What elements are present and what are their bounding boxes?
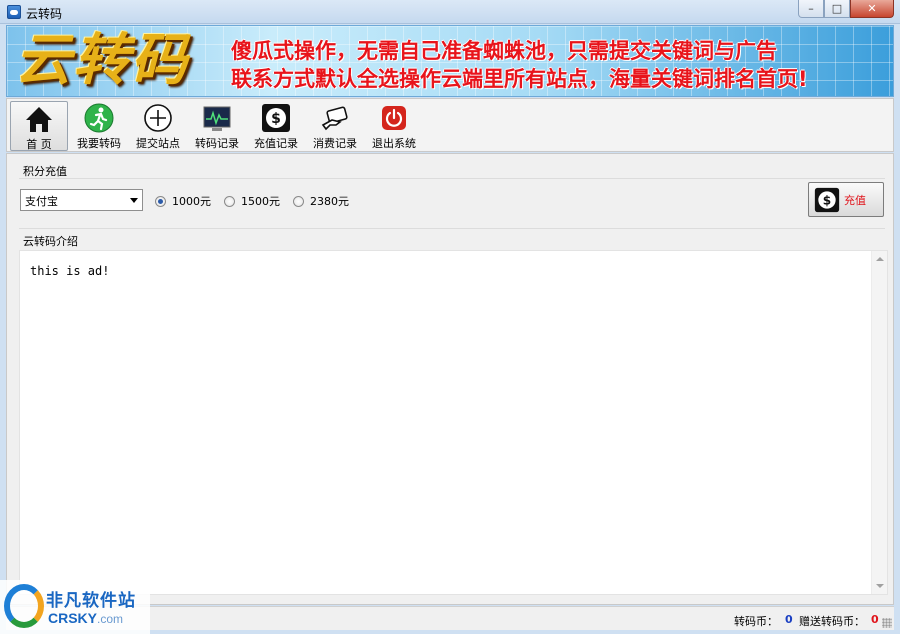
watermark-en-main: CRSKY <box>48 610 98 626</box>
radio-label: 1000元 <box>172 195 211 208</box>
resize-grip-icon[interactable] <box>882 618 892 628</box>
recharge-section-title: 积分充值 <box>23 165 67 178</box>
toolbar-consume-log[interactable]: 消费记录 <box>309 101 361 151</box>
coins-value: 0 <box>785 613 793 626</box>
toolbar-label: 消费记录 <box>313 137 357 150</box>
main-toolbar: 首 页 我要转码 提交站点 转码记录 $ 充值记录 消费记录 退出系统 <box>6 98 894 152</box>
recharge-button[interactable]: $ 充值 <box>808 182 884 217</box>
svg-text:$: $ <box>271 111 281 127</box>
site-watermark: 非凡软件站 CRSKY.com <box>0 580 150 634</box>
watermark-en-suffix: .com <box>97 612 124 626</box>
window-title: 云转码 <box>26 7 63 21</box>
banner-logo: 云转码 <box>15 27 189 93</box>
home-icon <box>24 104 54 134</box>
intro-section-title: 云转码介绍 <box>23 235 78 248</box>
gift-coins-value: 0 <box>871 613 879 626</box>
intro-content: this is ad! <box>30 264 110 278</box>
intro-textarea[interactable]: this is ad! <box>19 250 888 595</box>
watermark-en: CRSKY.com <box>48 610 123 626</box>
recharge-button-label: 充值 <box>844 193 866 207</box>
toolbar-label: 提交站点 <box>136 137 180 150</box>
toolbar-exit[interactable]: 退出系统 <box>368 101 420 151</box>
scroll-down-icon[interactable] <box>876 584 884 588</box>
amount-radio-2380[interactable]: 2380元 <box>293 193 349 209</box>
minimize-button[interactable]: – <box>798 0 824 18</box>
window-controls: – □ ✕ <box>798 0 894 18</box>
toolbar-label: 首 页 <box>26 138 52 151</box>
running-man-icon <box>84 103 114 133</box>
payment-method-select[interactable]: 支付宝 <box>20 189 143 211</box>
plus-circle-icon <box>143 103 173 133</box>
toolbar-label: 我要转码 <box>77 137 121 150</box>
close-button[interactable]: ✕ <box>850 0 894 18</box>
divider <box>19 178 885 179</box>
divider <box>19 228 885 229</box>
main-panel: 积分充值 支付宝 1000元 1500元 2380元 $ 充值 云转码介绍 th… <box>6 153 894 605</box>
gift-coins-label: 赠送转码币： <box>799 615 865 628</box>
hand-card-icon <box>320 103 350 133</box>
radio-label: 1500元 <box>241 195 280 208</box>
scroll-up-icon[interactable] <box>876 257 884 261</box>
toolbar-home[interactable]: 首 页 <box>10 101 68 151</box>
toolbar-label: 退出系统 <box>372 137 416 150</box>
toolbar-transcode-log[interactable]: 转码记录 <box>191 101 243 151</box>
radio-dot <box>293 195 304 207</box>
power-icon <box>379 103 409 133</box>
toolbar-submit-site[interactable]: 提交站点 <box>132 101 184 151</box>
radio-dot <box>155 195 166 207</box>
amount-radio-1500[interactable]: 1500元 <box>224 193 280 209</box>
coins-label: 转码币： <box>734 615 778 628</box>
watermark-cn: 非凡软件站 <box>46 591 136 611</box>
toolbar-label: 转码记录 <box>195 137 239 150</box>
monitor-chart-icon <box>202 103 232 133</box>
maximize-button[interactable]: □ <box>824 0 850 18</box>
title-bar: 云转码 – □ ✕ <box>0 0 900 24</box>
toolbar-recharge-log[interactable]: $ 充值记录 <box>250 101 302 151</box>
dollar-icon: $ <box>814 187 840 212</box>
radio-label: 2380元 <box>310 195 349 208</box>
vertical-scrollbar[interactable] <box>871 251 887 594</box>
dollar-icon: $ <box>261 103 291 133</box>
chevron-down-icon <box>130 198 138 203</box>
toolbar-transcode[interactable]: 我要转码 <box>73 101 125 151</box>
svg-text:$: $ <box>823 193 831 207</box>
cloud-app-icon <box>7 5 21 19</box>
amount-radio-1000[interactable]: 1000元 <box>155 193 211 209</box>
watermark-logo-icon <box>4 584 44 628</box>
payment-method-value: 支付宝 <box>25 195 58 208</box>
ad-banner: 云转码 傻瓜式操作，无需自己准备蜘蛛池，只需提交关键词与广告 联系方式默认全选操… <box>6 25 894 97</box>
radio-dot <box>224 195 235 207</box>
banner-slogan-line1: 傻瓜式操作，无需自己准备蜘蛛池，只需提交关键词与广告 <box>231 39 777 63</box>
toolbar-label: 充值记录 <box>254 137 298 150</box>
banner-slogan-line2: 联系方式默认全选操作云端里所有站点，海量关键词排名首页! <box>231 67 808 91</box>
